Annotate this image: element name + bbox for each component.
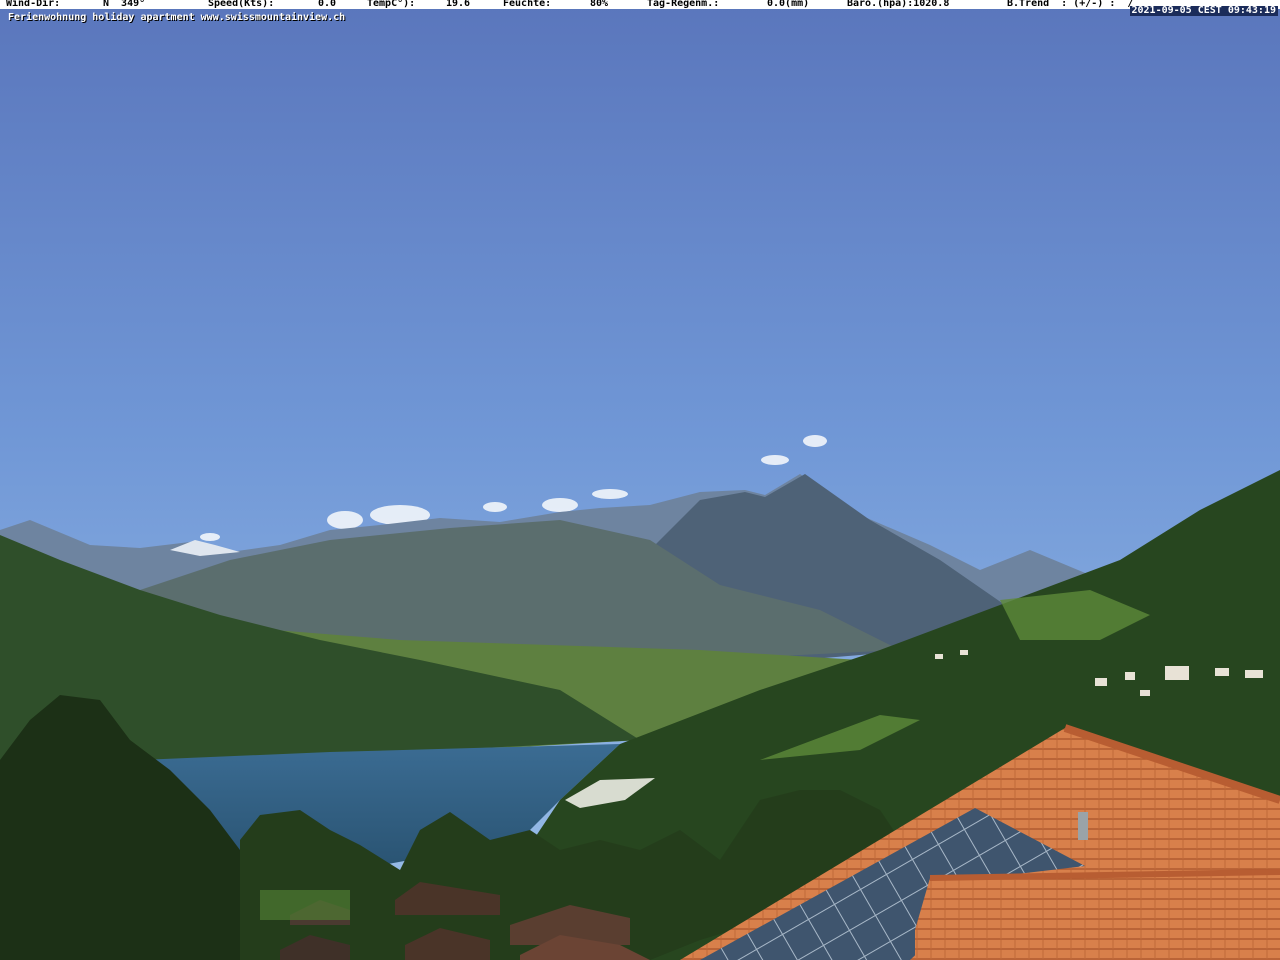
chimney-pipe [1078,812,1088,840]
temp-value: 19.6 [446,0,471,9]
timestamp: 2021-09-05 CEST 09:43:19 [1129,5,1278,16]
dormer-roof [915,872,1280,960]
rain-value: 0.0(mm) [767,0,810,9]
trend-label: B.Trend : (+/-) : / [1007,0,1134,9]
speed-label: Speed(Kts): [208,0,275,9]
rain-label: Tag-Regenm.: [647,0,720,9]
temp-label: TempC°): [367,0,416,9]
wind-dir-label: Wind-Dir: [6,0,61,9]
baro-label: Baro.(hpa):1020.8 [847,0,950,9]
humidity-label: Feuchte: [503,0,552,9]
humidity-value: 80% [590,0,609,9]
caption-text: Ferienwohnung holiday apartment www.swis… [8,12,346,23]
speed-value: 0.0 [318,0,337,9]
wind-dir-value: N 349° [103,0,146,9]
webcam-scene [0,0,1280,960]
